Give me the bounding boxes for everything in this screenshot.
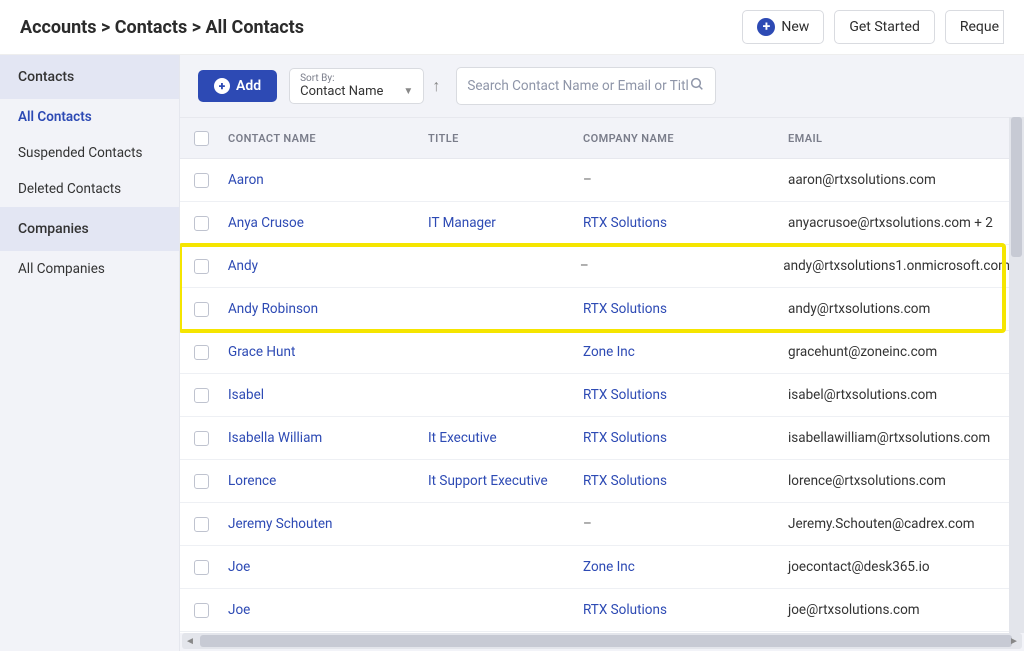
plus-icon: + (214, 78, 230, 94)
sort-by-label: Sort By: (300, 73, 413, 84)
breadcrumb: Accounts > Contacts > All Contacts (20, 17, 304, 38)
table-header: CONTACT NAME TITLE COMPANY NAME EMAIL (180, 117, 1024, 159)
company-name[interactable]: RTX Solutions (583, 602, 667, 618)
contact-title[interactable]: IT Manager (428, 215, 496, 231)
contact-email: anyacrusoe@rtxsolutions.com + 2 (788, 215, 993, 231)
table-row[interactable]: Grace Hunt Zone Inc gracehunt@zoneinc.com (180, 331, 1024, 374)
sidebar-item-deleted-contacts[interactable]: Deleted Contacts (0, 171, 179, 207)
table-row[interactable]: Lorence It Support Executive RTX Solutions… (180, 460, 1024, 503)
contact-email: joecontact@desk365.io (788, 559, 930, 575)
search-icon[interactable] (689, 76, 705, 96)
sidebar-item-all-contacts[interactable]: All Contacts (0, 99, 179, 135)
new-button-label: New (781, 19, 809, 35)
company-name[interactable]: RTX Solutions (583, 430, 667, 446)
table-row[interactable]: Jeremy Schouten – Jeremy.Schouten@cadrex.c… (180, 503, 1024, 546)
sort-dropdown[interactable]: Sort By: Contact Name ▼ (289, 68, 424, 104)
col-header-title[interactable]: TITLE (428, 132, 583, 145)
scroll-left-icon[interactable]: ◄ (182, 633, 198, 649)
contact-email: joe@rtxsolutions.com (788, 602, 920, 618)
contact-name-link[interactable]: Joe (228, 559, 250, 575)
contact-email: isabellawilliam@rtxsolutions.com (788, 430, 990, 446)
sidebar-section-companies[interactable]: Companies (0, 207, 179, 251)
add-button[interactable]: + Add (198, 70, 277, 102)
col-header-email[interactable]: EMAIL (788, 132, 1010, 145)
company-name: – (580, 258, 589, 274)
row-checkbox[interactable] (194, 560, 209, 575)
horizontal-scrollbar[interactable]: ◄ ► (182, 633, 1022, 649)
contact-title[interactable]: It Support Executive (428, 473, 548, 489)
contact-name-link[interactable]: Anya Crusoe (228, 215, 304, 231)
row-checkbox[interactable] (194, 216, 209, 231)
company-name[interactable]: Zone Inc (583, 344, 635, 360)
row-checkbox[interactable] (194, 388, 209, 403)
select-all-checkbox[interactable] (194, 131, 209, 146)
vertical-scrollbar[interactable] (1009, 117, 1024, 633)
sidebar-item-all-companies[interactable]: All Companies (0, 251, 179, 287)
row-checkbox[interactable] (194, 173, 209, 188)
table-row[interactable]: Aaron – aaron@rtxsolutions.com (180, 159, 1024, 202)
col-header-company[interactable]: COMPANY NAME (583, 132, 788, 145)
contact-name-link[interactable]: Andy (228, 258, 258, 274)
add-button-label: Add (236, 78, 261, 94)
table-row[interactable]: Joe Zone Inc joecontact@desk365.io (180, 546, 1024, 589)
col-header-name[interactable]: CONTACT NAME (228, 132, 428, 145)
contact-name-link[interactable]: Lorence (228, 473, 276, 489)
table-row[interactable]: Isabella William It Executive RTX Solution… (180, 417, 1024, 460)
table-row[interactable]: Isabel RTX Solutions isabel@rtxsolutions.c… (180, 374, 1024, 417)
company-name: – (583, 516, 592, 532)
company-name: – (583, 172, 592, 188)
contact-title[interactable]: It Executive (428, 430, 497, 446)
company-name[interactable]: Zone Inc (583, 559, 635, 575)
table-row[interactable]: Anya Crusoe IT Manager RTX Solutions anyacr… (180, 202, 1024, 245)
contact-name-link[interactable]: Andy Robinson (228, 301, 318, 317)
contact-email: andy@rtxsolutions.com (788, 301, 930, 317)
row-checkbox[interactable] (194, 603, 209, 618)
sidebar: Contacts All ContactsSuspended ContactsD… (0, 55, 180, 651)
company-name[interactable]: RTX Solutions (583, 215, 667, 231)
contacts-table: CONTACT NAME TITLE COMPANY NAME EMAIL Aa… (180, 117, 1024, 633)
sort-value: Contact Name (300, 84, 383, 99)
row-checkbox[interactable] (194, 345, 209, 360)
row-checkbox[interactable] (194, 431, 209, 446)
plus-icon: + (757, 18, 775, 36)
chevron-down-icon: ▼ (403, 86, 413, 97)
contact-email: Jeremy.Schouten@cadrex.com (788, 516, 975, 532)
search-box[interactable] (456, 67, 716, 105)
sidebar-section-contacts[interactable]: Contacts (0, 55, 179, 99)
company-name[interactable]: RTX Solutions (583, 473, 667, 489)
contact-email: isabel@rtxsolutions.com (788, 387, 937, 403)
contact-name-link[interactable]: Isabel (228, 387, 264, 403)
table-row[interactable]: Andy – andy@rtxsolutions1.onmicrosoft.com (180, 245, 1024, 288)
row-checkbox[interactable] (194, 302, 209, 317)
table-row[interactable]: Joe RTX Solutions joe@rtxsolutions.com (180, 589, 1024, 632)
company-name[interactable]: RTX Solutions (583, 387, 667, 403)
contact-email: aaron@rtxsolutions.com (788, 172, 936, 188)
row-checkbox[interactable] (194, 259, 209, 274)
get-started-button[interactable]: Get Started (834, 10, 935, 44)
sidebar-item-suspended-contacts[interactable]: Suspended Contacts (0, 135, 179, 171)
scroll-right-icon[interactable]: ► (1006, 633, 1022, 649)
request-button[interactable]: Reque (945, 10, 1004, 44)
contact-email: gracehunt@zoneinc.com (788, 344, 937, 360)
table-row[interactable]: Andy Robinson RTX Solutions andy@rtxsoluti… (180, 288, 1024, 331)
contact-name-link[interactable]: Grace Hunt (228, 344, 295, 360)
sort-direction-toggle[interactable]: ↑ (428, 76, 444, 96)
contact-email: lorence@rtxsolutions.com (788, 473, 946, 489)
toolbar: + Add Sort By: Contact Name ▼ ↑ (180, 55, 1024, 117)
contact-name-link[interactable]: Aaron (228, 172, 264, 188)
contact-name-link[interactable]: Jeremy Schouten (228, 516, 332, 532)
contact-email: andy@rtxsolutions1.onmicrosoft.com (783, 258, 1010, 274)
new-button[interactable]: + New (742, 10, 824, 44)
contact-name-link[interactable]: Joe (228, 602, 250, 618)
row-checkbox[interactable] (194, 474, 209, 489)
row-checkbox[interactable] (194, 517, 209, 532)
contact-name-link[interactable]: Isabella William (228, 430, 322, 446)
search-input[interactable] (467, 78, 689, 94)
company-name[interactable]: RTX Solutions (583, 301, 667, 317)
